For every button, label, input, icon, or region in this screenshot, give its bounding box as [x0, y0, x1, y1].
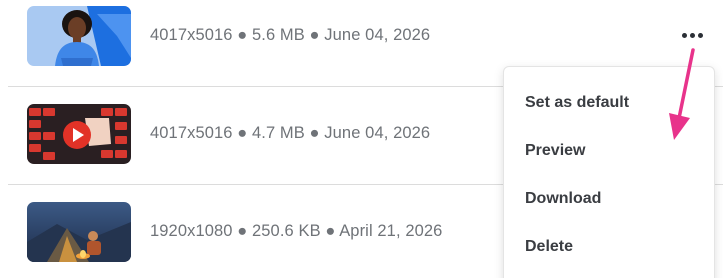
list-item: 4017x5016 ● 5.6 MB ● June 04, 2026: [0, 0, 723, 74]
thumbnail-image[interactable]: [27, 104, 131, 164]
asset-meta-info: 4017x5016 ● 4.7 MB ● June 04, 2026: [150, 124, 431, 142]
menu-item-delete[interactable]: Delete: [525, 238, 573, 256]
asset-meta-info: 1920x1080 ● 250.6 KB ● April 21, 2026: [150, 222, 443, 240]
thumbnail-image[interactable]: [27, 6, 131, 66]
asset-list-panel: 4017x5016 ● 5.6 MB ● June 04, 2026 4017x…: [0, 0, 723, 278]
more-dots-icon: [681, 32, 687, 38]
more-dots-icon: [697, 32, 703, 38]
asset-meta-info: 4017x5016 ● 5.6 MB ● June 04, 2026: [150, 26, 431, 44]
person-portrait-thumbnail-icon: [27, 6, 131, 66]
menu-item-set-as-default[interactable]: Set as default: [525, 94, 629, 112]
thumbnail-image[interactable]: [27, 202, 131, 262]
menu-item-preview[interactable]: Preview: [525, 142, 585, 160]
more-options-button[interactable]: [678, 25, 706, 45]
options-dropdown-menu: Set as default Preview Download Delete: [503, 66, 715, 278]
video-play-thumbnail-icon: [27, 104, 131, 164]
campfire-scene-thumbnail-icon: [27, 202, 131, 262]
more-dots-icon: [689, 32, 695, 38]
menu-item-download[interactable]: Download: [525, 190, 601, 208]
